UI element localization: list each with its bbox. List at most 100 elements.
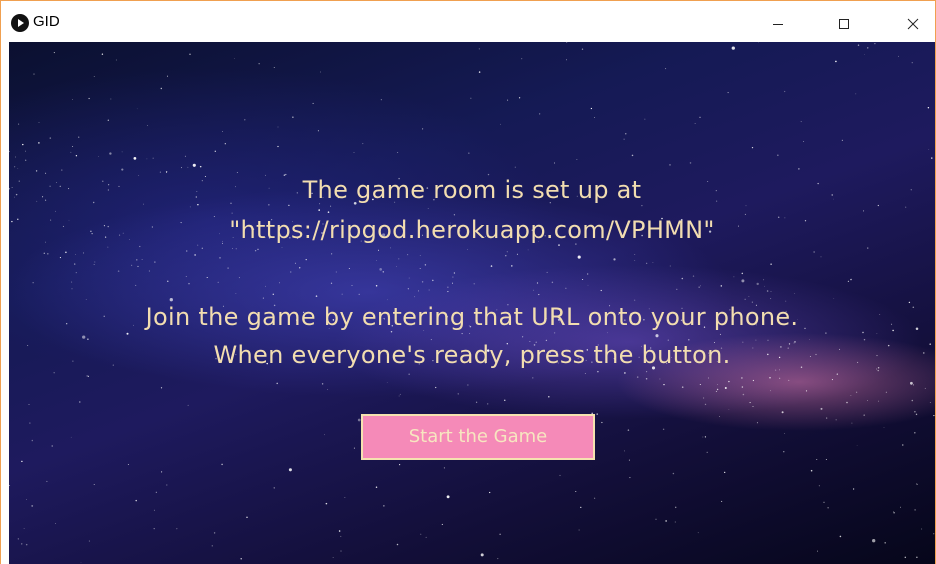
star <box>38 122 40 123</box>
star <box>441 523 443 525</box>
star <box>681 277 684 280</box>
star <box>98 156 99 157</box>
star <box>634 299 636 301</box>
star <box>26 499 27 500</box>
star <box>317 130 319 132</box>
star <box>351 285 353 286</box>
star <box>452 276 454 278</box>
window-title: GID <box>33 13 60 30</box>
star <box>115 59 117 61</box>
star <box>93 484 95 486</box>
star <box>80 561 82 563</box>
star <box>899 506 901 508</box>
star <box>146 124 148 126</box>
star <box>414 296 416 298</box>
star <box>332 557 334 558</box>
star <box>194 254 196 256</box>
star <box>133 157 137 160</box>
title-bar[interactable]: GID <box>1 1 935 42</box>
star <box>292 116 294 118</box>
star <box>398 258 400 260</box>
star <box>288 468 292 472</box>
star <box>475 401 478 403</box>
star <box>435 386 437 389</box>
star <box>75 272 77 274</box>
star <box>499 533 501 536</box>
star <box>135 284 137 286</box>
star <box>669 265 671 267</box>
star <box>330 282 333 284</box>
star <box>699 383 701 386</box>
star <box>35 170 38 172</box>
star <box>507 99 509 101</box>
star <box>330 205 332 207</box>
star <box>160 87 163 90</box>
star <box>281 247 283 248</box>
star <box>25 543 28 546</box>
star <box>258 63 260 65</box>
star <box>836 373 838 375</box>
star <box>407 254 409 256</box>
star <box>770 291 772 292</box>
star <box>744 298 746 300</box>
star <box>700 285 701 287</box>
star <box>457 393 459 395</box>
star <box>600 289 602 292</box>
star <box>377 249 380 251</box>
star <box>581 48 584 50</box>
star <box>246 516 248 518</box>
star <box>751 146 754 149</box>
star <box>694 123 696 124</box>
star <box>380 99 382 101</box>
star <box>446 495 450 499</box>
star <box>631 154 634 157</box>
star <box>852 488 855 490</box>
star <box>931 157 933 159</box>
star <box>166 484 168 486</box>
room-url-text: "https://ripgod.herokuapp.com/VPHMN" <box>229 216 715 244</box>
star <box>396 543 399 546</box>
star <box>159 171 161 173</box>
star <box>358 293 360 296</box>
star <box>166 171 168 173</box>
star <box>43 252 46 255</box>
star <box>335 271 337 273</box>
star <box>527 249 529 251</box>
star <box>244 119 246 121</box>
star <box>548 395 550 398</box>
star <box>418 290 420 292</box>
star <box>235 293 237 294</box>
start-game-button[interactable]: Start the Game <box>361 414 595 460</box>
star <box>827 507 829 509</box>
star <box>93 264 95 265</box>
star <box>419 255 421 256</box>
star <box>188 282 190 285</box>
star <box>669 164 671 166</box>
star <box>396 266 397 267</box>
star <box>38 142 40 144</box>
star <box>153 527 155 530</box>
star <box>17 538 19 540</box>
star <box>745 205 747 207</box>
star <box>769 377 771 379</box>
star <box>902 444 904 446</box>
star <box>408 277 410 279</box>
minimize-button[interactable] <box>755 9 801 39</box>
star <box>298 267 301 269</box>
star <box>473 283 475 285</box>
maximize-button[interactable] <box>821 9 867 39</box>
close-button[interactable] <box>890 9 935 39</box>
star <box>551 281 554 284</box>
star <box>518 97 521 99</box>
star <box>916 556 918 558</box>
star <box>634 260 636 262</box>
star <box>783 451 785 453</box>
star <box>818 485 820 487</box>
star <box>376 259 377 261</box>
star <box>318 209 320 211</box>
star <box>856 444 858 446</box>
star <box>662 428 665 431</box>
star <box>382 271 385 273</box>
star <box>910 381 913 385</box>
star <box>716 388 719 391</box>
